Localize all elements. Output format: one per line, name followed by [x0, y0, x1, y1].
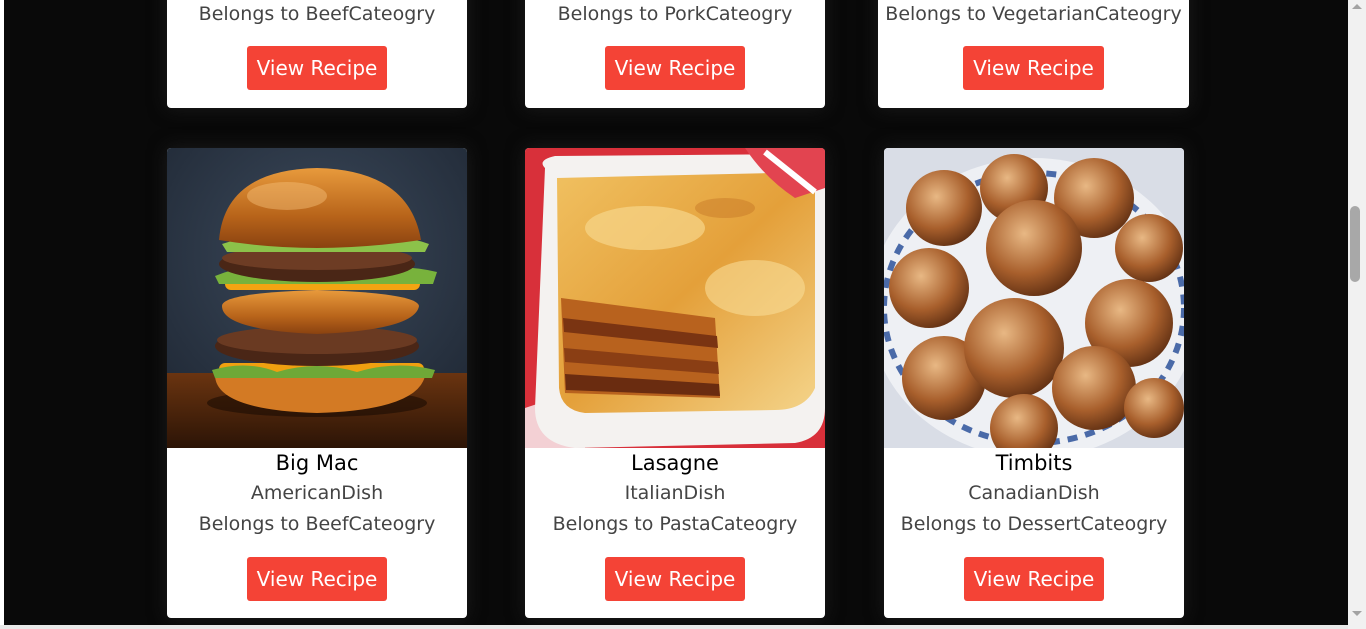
recipe-card: Belongs to VegetarianCateogry View Recip…: [878, 0, 1189, 108]
recipe-card: Timbits CanadianDish Belongs to DessertC…: [884, 148, 1184, 618]
view-recipe-button[interactable]: View Recipe: [604, 46, 746, 90]
view-recipe-button[interactable]: View Recipe: [246, 557, 388, 601]
scrollbar-thumb[interactable]: [1350, 206, 1360, 282]
lasagne-photo[interactable]: [525, 148, 825, 448]
scroll-down-arrow-icon[interactable]: [1352, 611, 1362, 616]
recipe-name: Big Mac: [275, 451, 359, 475]
recipe-category: Belongs to DessertCateogry: [900, 513, 1168, 535]
recipe-dish: CanadianDish: [968, 482, 1100, 504]
recipe-dish: ItalianDish: [624, 482, 726, 504]
recipe-category: Belongs to PastaCateogry: [552, 513, 798, 535]
recipe-card: Big Mac AmericanDish Belongs to BeefCate…: [167, 148, 467, 618]
recipe-grid-page: Belongs to BeefCateogry View Recipe Belo…: [4, 0, 1348, 625]
lasagne-image: [525, 148, 825, 448]
recipe-name: Lasagne: [631, 451, 719, 475]
recipe-category: Belongs to PorkCateogry: [557, 3, 793, 25]
recipe-card: Belongs to BeefCateogry View Recipe: [167, 0, 467, 108]
view-recipe-button[interactable]: View Recipe: [963, 557, 1105, 601]
vertical-scrollbar[interactable]: [1348, 0, 1366, 629]
recipe-name: Timbits: [995, 451, 1073, 475]
scroll-up-arrow-icon[interactable]: [1352, 4, 1362, 9]
recipe-category: Belongs to VegetarianCateogry: [885, 3, 1182, 25]
timbits-image: [884, 148, 1184, 448]
page-bottom-edge: [0, 625, 1348, 629]
view-recipe-button[interactable]: View Recipe: [246, 46, 388, 90]
burger-photo[interactable]: [167, 148, 467, 448]
view-recipe-button[interactable]: View Recipe: [963, 46, 1104, 90]
timbits-photo[interactable]: [884, 148, 1184, 448]
browser-viewport: Belongs to BeefCateogry View Recipe Belo…: [0, 0, 1366, 629]
recipe-category: Belongs to BeefCateogry: [198, 513, 436, 535]
recipe-dish: AmericanDish: [250, 482, 384, 504]
recipe-category: Belongs to BeefCateogry: [198, 3, 436, 25]
recipe-card: Lasagne ItalianDish Belongs to PastaCate…: [525, 148, 825, 618]
view-recipe-button[interactable]: View Recipe: [604, 557, 746, 601]
recipe-card: Belongs to PorkCateogry View Recipe: [525, 0, 825, 108]
burger-image: [167, 148, 467, 448]
